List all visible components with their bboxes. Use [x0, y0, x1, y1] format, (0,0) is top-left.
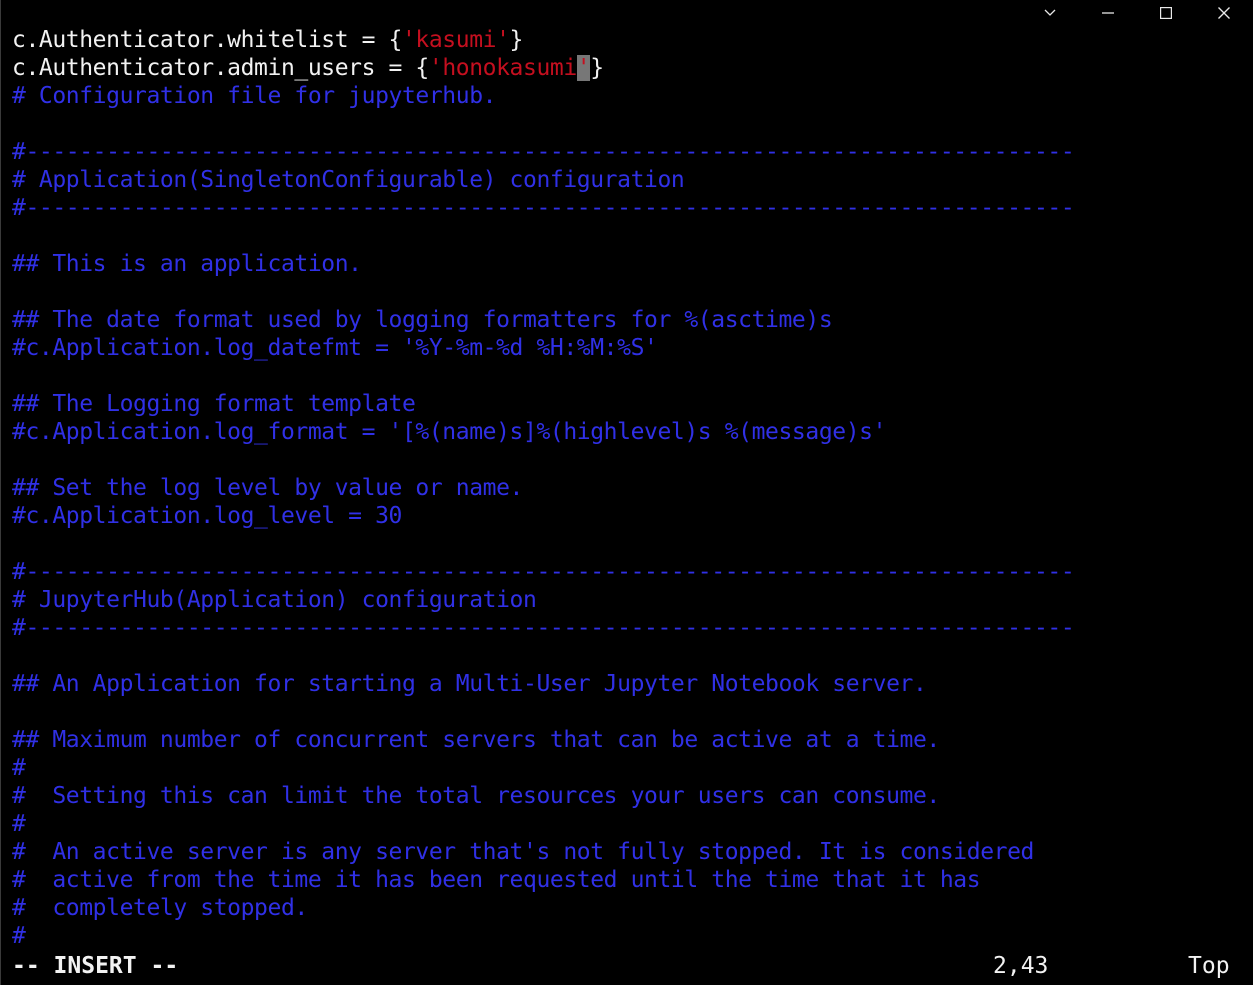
comment-line	[12, 362, 1253, 390]
window-border	[0, 0, 1, 985]
code-text: c.Authenticator.admin_users = {	[12, 55, 429, 81]
comment-line: # Configuration file for jupyterhub.	[12, 83, 497, 109]
code-line-whitelist: c.Authenticator.whitelist = {'kasumi'}	[12, 26, 1253, 54]
comment-line: #	[12, 755, 26, 781]
code-text: }	[509, 27, 524, 53]
string-literal: 'kasumi'	[401, 27, 510, 53]
comment-line: # JupyterHub(Application) configuration	[12, 587, 537, 613]
mode-indicator: -- INSERT --	[12, 953, 179, 979]
comment-line: ## Maximum number of concurrent servers …	[12, 727, 940, 753]
comment-line	[12, 110, 1253, 138]
comment-line: ## The date format used by logging forma…	[12, 307, 833, 333]
chevron-down-icon[interactable]	[1021, 0, 1079, 26]
maximize-icon[interactable]	[1137, 0, 1195, 26]
comment-line: # An active server is any server that's …	[12, 839, 1034, 865]
comment-line: ## Set the log level by value or name.	[12, 475, 523, 501]
comment-line	[12, 642, 1253, 670]
comment-line: # completely stopped.	[12, 895, 308, 921]
comment-line: # Application(SingletonConfigurable) con…	[12, 167, 685, 193]
cursor-position: 2,43	[993, 953, 1049, 979]
text-cursor: '	[576, 55, 591, 81]
comment-line: #c.Application.log_level = 30	[12, 503, 402, 529]
comment-line	[12, 278, 1253, 306]
string-literal: 'honokasumi	[428, 55, 577, 81]
comment-line: #	[12, 923, 26, 949]
scroll-position: Top	[1188, 953, 1230, 979]
comment-line	[12, 698, 1253, 726]
comment-block: # Configuration file for jupyterhub. #---…	[12, 82, 1253, 950]
code-line-admin-users: c.Authenticator.admin_users = {'honokasu…	[12, 54, 1253, 82]
comment-line: # active from the time it has been reque…	[12, 867, 981, 893]
comment-line: #---------------------------------------…	[12, 139, 1075, 165]
comment-line	[12, 530, 1253, 558]
comment-line	[12, 222, 1253, 250]
comment-line: ## An Application for starting a Multi-U…	[12, 671, 927, 697]
code-text: }	[590, 55, 604, 81]
minimize-icon[interactable]	[1079, 0, 1137, 26]
comment-line: #---------------------------------------…	[12, 195, 1075, 221]
comment-line: #c.Application.log_format = '[%(name)s]%…	[12, 419, 887, 445]
terminal-window: c.Authenticator.whitelist = {'kasumi'} c…	[0, 0, 1253, 985]
code-text: c.Authenticator.whitelist = {	[12, 27, 402, 53]
comment-line: #c.Application.log_datefmt = '%Y-%m-%d %…	[12, 335, 658, 361]
comment-line	[12, 446, 1253, 474]
close-icon[interactable]	[1195, 0, 1253, 26]
vim-status-line: -- INSERT -- 2,43 Top	[12, 952, 1253, 980]
comment-line: ## The Logging format template	[12, 391, 416, 417]
comment-line: # Setting this can limit the total resou…	[12, 783, 940, 809]
comment-line: #---------------------------------------…	[12, 559, 1075, 585]
vim-editor-buffer[interactable]: c.Authenticator.whitelist = {'kasumi'} c…	[12, 26, 1253, 950]
comment-line: #	[12, 811, 26, 837]
comment-line: ## This is an application.	[12, 251, 362, 277]
window-controls	[1021, 0, 1253, 26]
comment-line: #---------------------------------------…	[12, 615, 1075, 641]
